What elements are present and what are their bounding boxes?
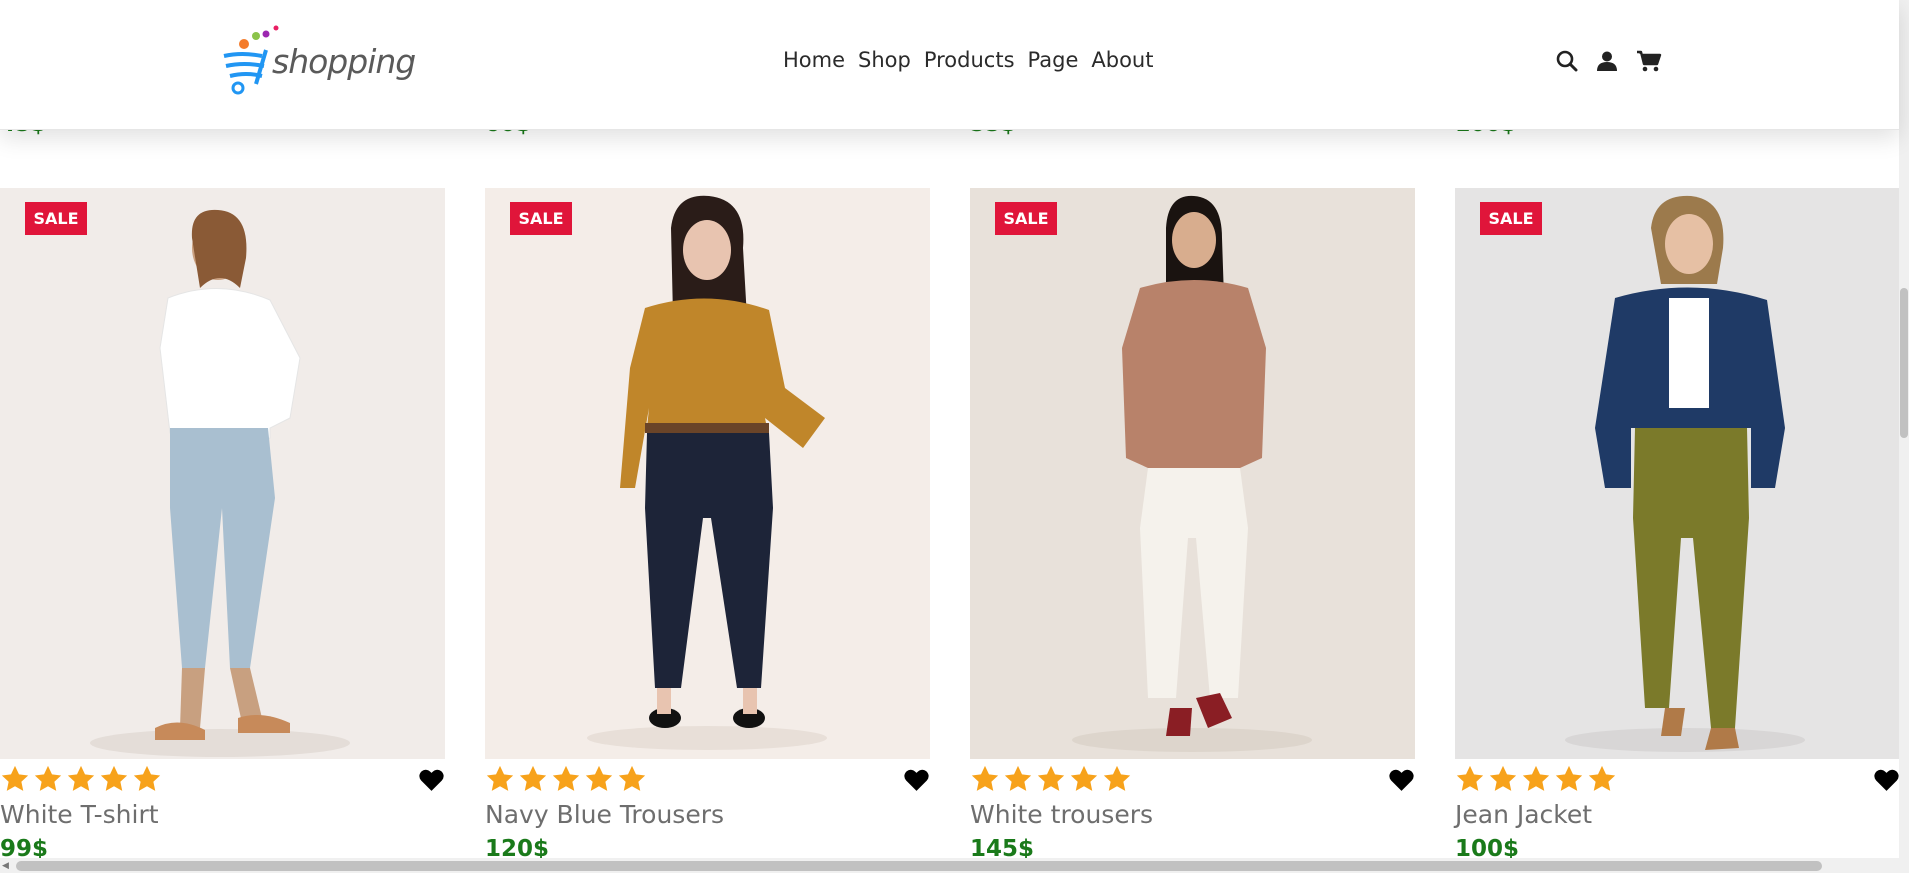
product-image[interactable]: SALE xyxy=(1455,188,1900,759)
product-card[interactable]: SALE White T-shirt 99$ xyxy=(0,188,445,873)
star-icon xyxy=(1555,765,1583,791)
product-name[interactable]: Jean Jacket xyxy=(1455,800,1592,829)
heart-icon[interactable] xyxy=(903,768,930,792)
star-icon xyxy=(585,765,613,791)
vertical-scrollbar[interactable] xyxy=(1899,0,1909,858)
star-icon xyxy=(618,765,646,791)
sale-badge: SALE xyxy=(1480,202,1542,235)
nav-home[interactable]: Home xyxy=(783,48,845,72)
star-icon xyxy=(100,765,128,791)
product-card[interactable]: SALE White trousers 145$ xyxy=(970,188,1415,873)
star-icon xyxy=(133,765,161,791)
product-name[interactable]: White T-shirt xyxy=(0,800,159,829)
star-icon xyxy=(1103,765,1131,791)
product-image[interactable]: SALE xyxy=(485,188,930,759)
star-icon xyxy=(1037,765,1065,791)
star-icon xyxy=(971,765,999,791)
logo[interactable]: shopping xyxy=(222,22,416,100)
horizontal-scroll-thumb[interactable] xyxy=(16,861,1822,871)
cart-icon[interactable] xyxy=(1636,50,1662,72)
header-actions xyxy=(1556,50,1662,72)
heart-icon[interactable] xyxy=(418,768,445,792)
nav-shop[interactable]: Shop xyxy=(858,48,911,72)
star-icon xyxy=(552,765,580,791)
site-header: shopping Home Shop Products Page About xyxy=(0,0,1899,130)
scroll-left-arrow-icon[interactable]: ◀ xyxy=(2,861,9,871)
star-icon xyxy=(1456,765,1484,791)
product-image[interactable]: SALE xyxy=(970,188,1415,759)
star-icon xyxy=(1004,765,1032,791)
nav-products[interactable]: Products xyxy=(924,48,1015,72)
main-nav: Home Shop Products Page About xyxy=(783,48,1166,72)
product-card[interactable]: SALE Navy Blue Trousers 120$ xyxy=(485,188,930,873)
star-icon xyxy=(486,765,514,791)
star-icon xyxy=(1070,765,1098,791)
star-icon xyxy=(1,765,29,791)
sale-badge: SALE xyxy=(995,202,1057,235)
star-rating xyxy=(1455,764,1617,794)
star-rating xyxy=(485,764,647,794)
product-image[interactable]: SALE xyxy=(0,188,445,759)
sale-badge: SALE xyxy=(510,202,572,235)
product-card[interactable]: SALE Jean Jacket 100$ xyxy=(1455,188,1900,873)
star-icon xyxy=(1588,765,1616,791)
product-name[interactable]: White trousers xyxy=(970,800,1153,829)
star-icon xyxy=(67,765,95,791)
star-rating xyxy=(970,764,1132,794)
horizontal-scrollbar[interactable]: ◀ xyxy=(0,858,1909,873)
logo-text: shopping xyxy=(272,42,416,81)
sale-badge: SALE xyxy=(25,202,87,235)
heart-icon[interactable] xyxy=(1388,768,1415,792)
star-icon xyxy=(34,765,62,791)
vertical-scroll-thumb[interactable] xyxy=(1900,288,1908,438)
star-rating xyxy=(0,764,162,794)
star-icon xyxy=(519,765,547,791)
star-icon xyxy=(1489,765,1517,791)
nav-about[interactable]: About xyxy=(1091,48,1153,72)
nav-page[interactable]: Page xyxy=(1028,48,1079,72)
user-icon[interactable] xyxy=(1596,50,1618,72)
star-icon xyxy=(1522,765,1550,791)
product-name[interactable]: Navy Blue Trousers xyxy=(485,800,724,829)
heart-icon[interactable] xyxy=(1873,768,1900,792)
search-icon[interactable] xyxy=(1556,50,1578,72)
